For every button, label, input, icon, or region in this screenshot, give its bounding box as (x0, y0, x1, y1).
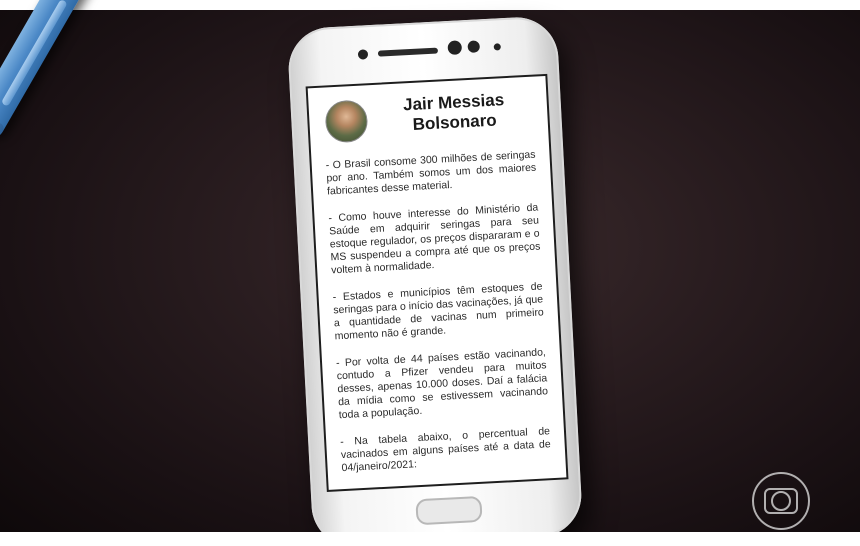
photo-scene: Jair Messias Bolsonaro - O Brasil consom… (0, 0, 860, 546)
post-paragraph: - Na tabela abaixo, o percentual de vaci… (339, 425, 551, 475)
author-name[interactable]: Jair Messias Bolsonaro (378, 89, 530, 137)
post-header: Jair Messias Bolsonaro (324, 89, 536, 144)
top-border (0, 0, 860, 10)
bottom-border (0, 532, 860, 546)
post-paragraph: - O Brasil consome 300 milhões de sering… (325, 148, 537, 198)
post-paragraph: - Como houve interesse do Ministério da … (328, 201, 541, 277)
phone-screen[interactable]: Jair Messias Bolsonaro - O Brasil consom… (305, 73, 569, 492)
post-body: - O Brasil consome 300 milhões de sering… (325, 149, 552, 490)
globo-logo-icon (752, 472, 810, 530)
blue-pen (0, 0, 140, 146)
post-paragraph: - Por volta de 44 países estão vacinando… (335, 346, 549, 422)
avatar[interactable] (324, 99, 369, 144)
post-paragraph: - Estados e municípios têm estoques de s… (332, 280, 545, 343)
smartphone: Jair Messias Bolsonaro - O Brasil consom… (286, 15, 584, 546)
home-button[interactable] (415, 495, 483, 526)
globo-logo-circle (771, 491, 791, 511)
